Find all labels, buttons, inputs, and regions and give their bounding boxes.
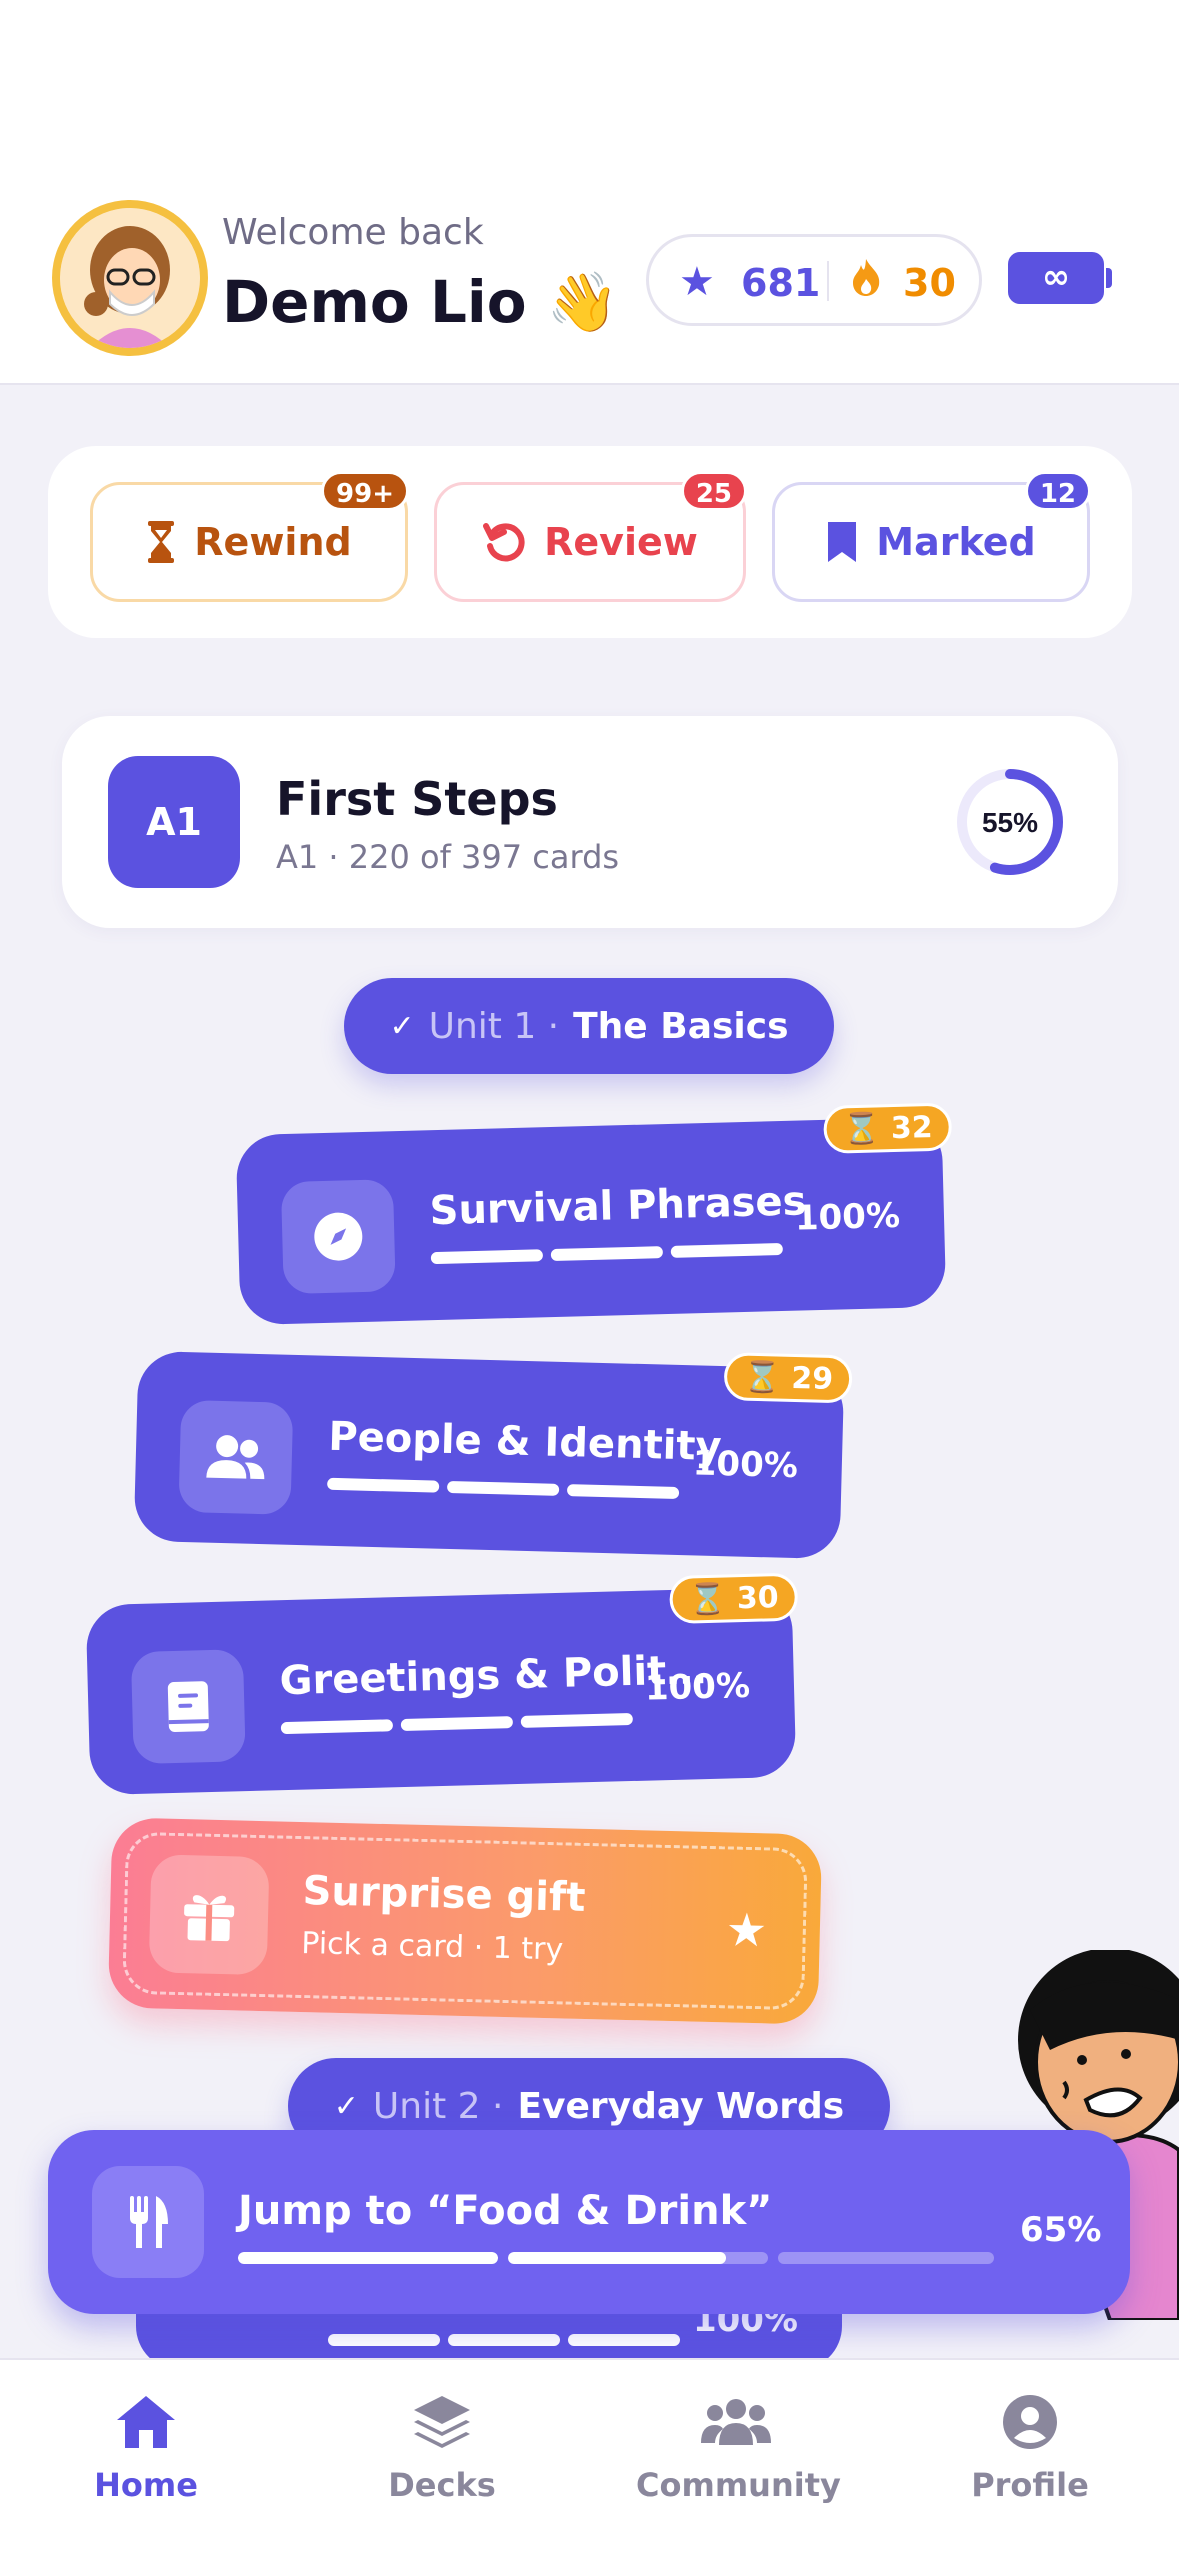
- course-title: First Steps: [276, 772, 558, 826]
- hourglass-icon: [148, 521, 175, 563]
- stars-count: 681: [741, 261, 821, 305]
- lesson-progress-bars: [280, 1712, 633, 1735]
- tab-label: Home: [94, 2466, 198, 2504]
- energy-battery-icon[interactable]: ∞: [1008, 252, 1112, 304]
- unit-2-prefix: Unit 2 ·: [372, 2085, 504, 2127]
- avatar[interactable]: [52, 200, 208, 356]
- user-name: Demo Lio 👋: [222, 268, 619, 337]
- unit-1-pill[interactable]: ✓ Unit 1 · The Basics: [344, 978, 834, 1074]
- lesson-title: People & Identity: [327, 1413, 723, 1471]
- course-progress-label: 55%: [982, 807, 1038, 838]
- quick-actions-card: Rewind 99+ Review 25 Marked 12: [48, 446, 1132, 638]
- lesson-timer-tag: ⌛ 29: [723, 1352, 853, 1404]
- tab-decks[interactable]: Decks: [342, 2390, 542, 2504]
- lesson-title: Greetings & Polit…: [279, 1647, 707, 1705]
- course-subtitle: A1 · 220 of 397 cards: [276, 838, 620, 876]
- lesson-timer-value: 32: [890, 1110, 934, 1147]
- rewind-label: Rewind: [194, 520, 352, 564]
- marked-label: Marked: [876, 520, 1036, 564]
- lesson-card-greetings[interactable]: Greetings & Polit… 100% ⌛ 30: [85, 1572, 799, 1796]
- tab-label: Decks: [388, 2466, 496, 2504]
- wave-emoji-icon: 👋: [546, 268, 620, 336]
- fire-icon: [849, 257, 883, 306]
- tab-home[interactable]: Home: [46, 2390, 246, 2504]
- gift-icon: [148, 1854, 270, 1976]
- lesson-card-survival-phrases[interactable]: Survival Phrases 100% ⌛ 32: [235, 1102, 953, 1326]
- battery-label: ∞: [1041, 257, 1071, 297]
- rewind-button[interactable]: Rewind 99+: [90, 471, 409, 602]
- lesson-timer-tag: ⌛ 32: [823, 1102, 953, 1154]
- lesson-progress-bars: [328, 2334, 680, 2346]
- lesson-title: Survival Phrases: [429, 1178, 807, 1235]
- review-badge: 25: [680, 471, 747, 511]
- lesson-progress-bars: [327, 1477, 680, 1499]
- unit-2-title: Everyday Words: [517, 2085, 845, 2127]
- marked-badge: 12: [1024, 471, 1091, 511]
- lesson-timer-value: 29: [790, 1360, 834, 1397]
- jump-title: Jump to “Food & Drink”: [238, 2188, 773, 2234]
- stats-divider: [827, 261, 829, 301]
- tab-community[interactable]: Community: [636, 2390, 841, 2504]
- bookmark-icon: [828, 522, 857, 562]
- avatar-image: [60, 208, 200, 348]
- rewind-badge: 99+: [321, 471, 409, 511]
- course-progress-ring: 55%: [954, 766, 1066, 878]
- book-icon: [130, 1649, 246, 1765]
- home-icon: [46, 2390, 246, 2454]
- level-badge: A1: [108, 756, 240, 888]
- compass-icon: [280, 1179, 396, 1295]
- star-icon: ★: [679, 259, 715, 305]
- course-card[interactable]: A1 First Steps A1 · 220 of 397 cards 55%: [62, 716, 1118, 928]
- check-icon: ✓: [389, 1008, 415, 1044]
- jump-to-lesson-bar[interactable]: Jump to “Food & Drink” 65%: [48, 2130, 1130, 2314]
- header: Welcome back Demo Lio 👋 ★ 681 30 ∞: [0, 0, 1179, 385]
- people-icon: [178, 1399, 294, 1515]
- lesson-percent: 100%: [644, 1665, 751, 1709]
- lesson-card-people-identity[interactable]: People & Identity 100% ⌛ 29: [133, 1350, 853, 1560]
- marked-button[interactable]: Marked 12: [772, 471, 1091, 602]
- streak-count: 30: [903, 261, 956, 305]
- undo-icon: [483, 523, 525, 562]
- review-button[interactable]: Review 25: [434, 471, 747, 602]
- lesson-progress-bars: [430, 1242, 783, 1265]
- gift-title: Surprise gift: [302, 1868, 586, 1921]
- surprise-gift-card[interactable]: Surprise gift Pick a card · 1 try ★: [107, 1817, 823, 2025]
- jump-progress-bars: [238, 2252, 994, 2264]
- user-name-text: Demo Lio: [222, 268, 527, 336]
- cutlery-icon: [92, 2166, 204, 2278]
- community-icon: [636, 2390, 836, 2454]
- lesson-timer-value: 30: [736, 1580, 780, 1617]
- lesson-percent: 100%: [692, 1443, 799, 1487]
- tab-label: Community: [636, 2466, 841, 2504]
- welcome-text: Welcome back: [222, 212, 484, 253]
- unit-1-title: The Basics: [573, 1005, 789, 1047]
- profile-icon: [930, 2390, 1130, 2454]
- tab-profile[interactable]: Profile: [930, 2390, 1130, 2504]
- lesson-timer-tag: ⌛ 30: [669, 1572, 799, 1624]
- gift-subtitle: Pick a card · 1 try: [300, 1926, 564, 1968]
- unit-1-prefix: Unit 1 ·: [428, 1005, 560, 1047]
- bottom-tab-bar: Home Decks Community Profile: [0, 2358, 1179, 2556]
- check-icon: ✓: [333, 2088, 359, 2124]
- layers-icon: [342, 2390, 542, 2454]
- tab-label: Profile: [971, 2466, 1089, 2504]
- stats-pill[interactable]: ★ 681 30: [646, 234, 982, 326]
- jump-percent: 65%: [1020, 2210, 1102, 2250]
- star-icon: ★: [725, 1902, 768, 1958]
- lesson-percent: 100%: [794, 1195, 901, 1239]
- review-label: Review: [544, 520, 698, 564]
